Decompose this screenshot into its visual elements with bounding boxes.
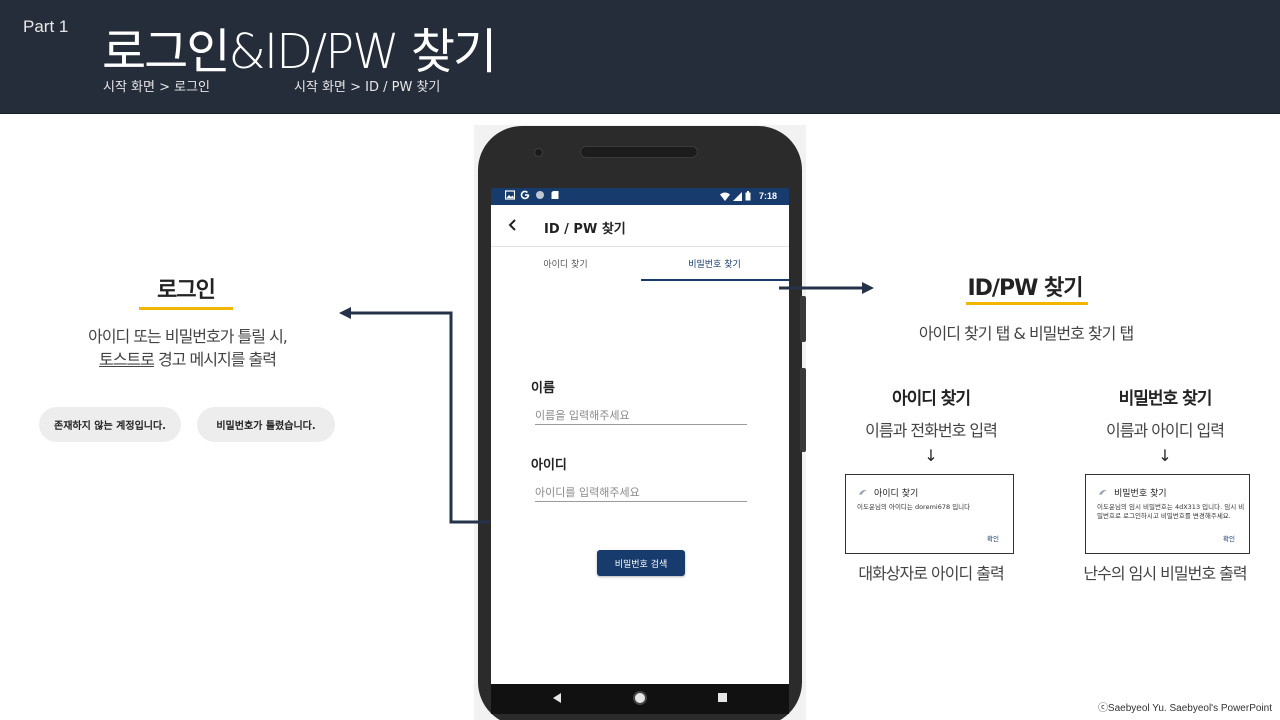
status-icons-right xyxy=(720,191,751,201)
signal-icon xyxy=(733,191,742,201)
phone-camera xyxy=(534,148,543,157)
find-pw-dialog-title: 비밀번호 찾기 xyxy=(1098,486,1167,499)
login-desc-line1: 아이디 또는 비밀번호가 틀릴 시, xyxy=(88,327,288,346)
nav-back-icon[interactable] xyxy=(553,693,561,703)
status-bar: 7:18 xyxy=(491,188,789,205)
header-banner: Part 1 로그인&ID/PW 찾기 시작 화면 > 로그인 시작 화면 > … xyxy=(0,0,1280,114)
page-title: 로그인&ID/PW 찾기 xyxy=(102,24,497,80)
find-pw-dialog: 비밀번호 찾기 이도운님의 임시 비밀번호는 4dX313 입니다. 임시 비밀… xyxy=(1085,474,1250,554)
battery-icon xyxy=(745,191,751,201)
find-id-dialog-title: 아이디 찾기 xyxy=(858,486,918,499)
login-desc-line2-rest: 경고 메시지를 출력 xyxy=(153,350,277,369)
find-id-dialog-title-text: 아이디 찾기 xyxy=(874,489,919,499)
phone-speaker xyxy=(580,146,698,158)
status-icons-left xyxy=(505,190,560,200)
chevron-left-icon xyxy=(508,219,516,231)
google-icon xyxy=(520,190,530,200)
login-section-title: 로그인 xyxy=(157,278,216,303)
find-pw-dialog-title-text: 비밀번호 찾기 xyxy=(1114,489,1167,499)
find-pw-title: 비밀번호 찾기 xyxy=(1118,389,1213,409)
phone-screen: 7:18 ID / PW 찾기 아이디 찾기 비밀번호 찾기 이름 아이디 비밀… xyxy=(491,188,789,684)
bird-icon xyxy=(1099,489,1107,495)
login-description: 아이디 또는 비밀번호가 틀릴 시, 토스트로 경고 메시지를 출력 xyxy=(60,325,315,371)
find-section-subtitle: 아이디 찾기 탭 & 비밀번호 찾기 탭 xyxy=(918,324,1134,343)
breadcrumb-login: 시작 화면 > 로그인 xyxy=(103,80,211,95)
nav-bar-wrap xyxy=(491,684,789,714)
status-time: 7:18 xyxy=(758,191,777,201)
nav-bar xyxy=(491,684,789,714)
wifi-icon xyxy=(720,192,730,201)
toast-no-account: 존재하지 않는 계정입니다. xyxy=(39,407,181,442)
find-id-caption: 대화상자로 아이디 출력 xyxy=(858,564,1004,583)
find-section-title: ID/PW 찾기 xyxy=(967,276,1083,301)
name-input[interactable] xyxy=(535,407,747,425)
nav-home-icon[interactable] xyxy=(633,691,647,705)
sdcard-icon xyxy=(551,191,559,199)
breadcrumb-find: 시작 화면 > ID / PW 찾기 xyxy=(294,80,441,95)
app-bar: ID / PW 찾기 xyxy=(491,205,789,247)
circle-icon xyxy=(536,191,544,199)
login-desc-line2: 토스트로 경고 메시지를 출력 xyxy=(60,348,315,371)
find-id-down-arrow: ↓ xyxy=(924,446,938,465)
id-label: 아이디 xyxy=(531,458,567,473)
tab-find-password[interactable]: 비밀번호 찾기 xyxy=(640,257,789,270)
find-id-title: 아이디 찾기 xyxy=(891,389,971,409)
phone-volume-button xyxy=(800,368,806,452)
password-search-button[interactable]: 비밀번호 검색 xyxy=(597,550,685,576)
arrow-to-login xyxy=(350,311,490,524)
id-input[interactable] xyxy=(535,484,747,502)
login-desc-toast-word: 토스트로 xyxy=(99,350,155,369)
phone-power-button xyxy=(800,296,806,342)
back-button[interactable] xyxy=(505,216,521,234)
copyright: ⓒSaebyeol Yu. Saebyeol's PowerPoint xyxy=(1097,703,1272,714)
find-pw-caption: 난수의 임시 비밀번호 출력 xyxy=(1083,564,1247,583)
find-id-dialog: 아이디 찾기 이도운님의 아이디는 doremi678 입니다 확인 xyxy=(845,474,1014,554)
app-bar-title: ID / PW 찾기 xyxy=(544,222,626,237)
bird-icon xyxy=(859,489,867,495)
part-label: Part 1 xyxy=(23,17,69,36)
find-id-desc: 이름과 전화번호 입력 xyxy=(865,421,998,440)
find-id-dialog-body: 이도운님의 아이디는 doremi678 입니다 xyxy=(857,503,971,511)
arrow-to-login-head xyxy=(339,307,351,319)
tab-indicator xyxy=(641,279,789,281)
find-pw-down-arrow: ↓ xyxy=(1158,446,1172,465)
find-pw-dialog-body: 이도운님의 임시 비밀번호는 4dX313 입니다. 임시 비밀번호로 로그인하… xyxy=(1097,503,1245,520)
tab-find-id[interactable]: 아이디 찾기 xyxy=(491,257,640,270)
find-title-underline xyxy=(966,302,1088,305)
gallery-icon xyxy=(505,190,515,200)
login-title-underline xyxy=(139,307,233,310)
toast-wrong-password: 비밀번호가 틀렸습니다. xyxy=(197,407,335,442)
find-tabs: 아이디 찾기 비밀번호 찾기 xyxy=(491,248,789,281)
find-pw-desc: 이름과 아이디 입력 xyxy=(1106,421,1225,440)
find-pw-dialog-ok-button[interactable]: 확인 xyxy=(1223,533,1235,543)
find-id-dialog-ok-button[interactable]: 확인 xyxy=(987,533,999,543)
arrow-to-find-head xyxy=(862,282,874,294)
nav-recent-icon[interactable] xyxy=(718,693,727,702)
name-label: 이름 xyxy=(531,381,555,396)
